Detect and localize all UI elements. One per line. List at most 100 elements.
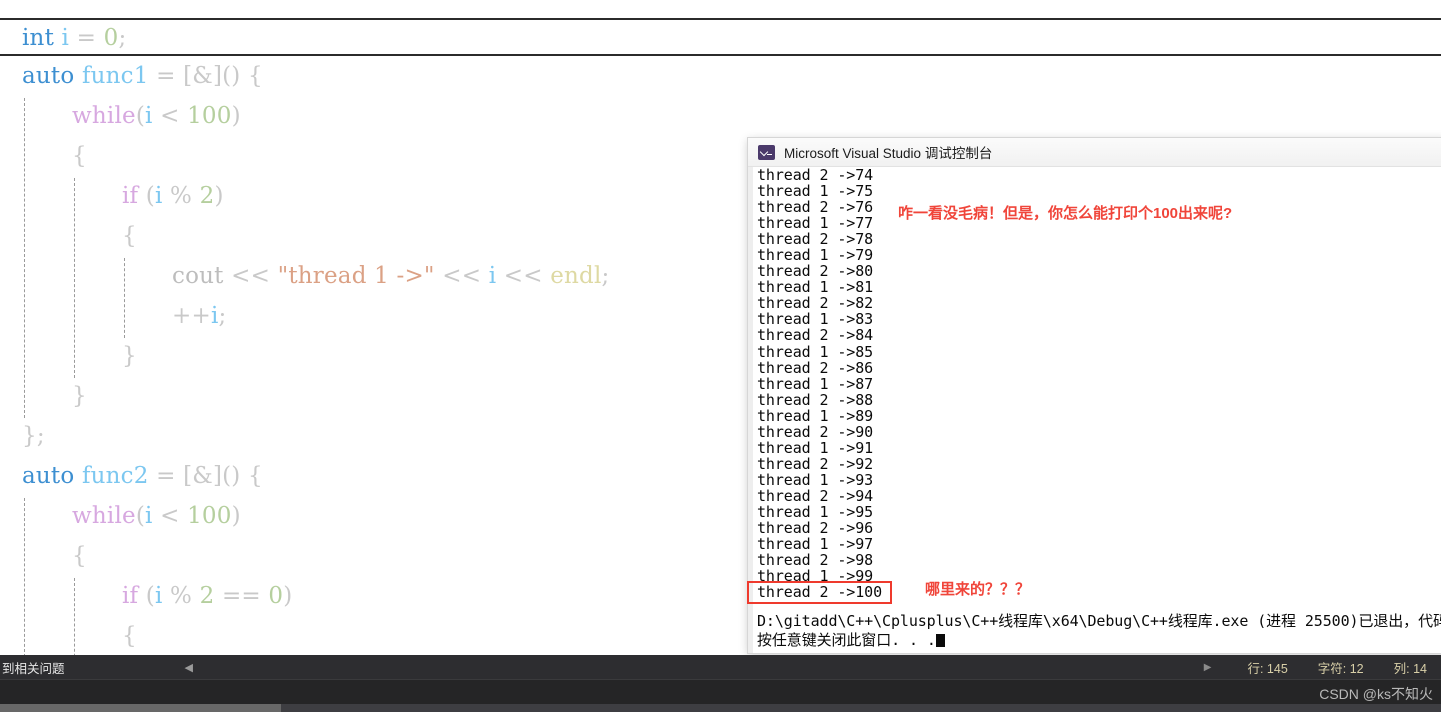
code-token: endl	[550, 263, 602, 289]
code-token: cout	[172, 263, 224, 289]
code-token: )	[214, 183, 224, 209]
code-token: (	[138, 583, 155, 609]
status-bar[interactable]: 到相关问题 ◀ ▶ 行: 145 字符: 12 列: 14	[0, 655, 1441, 679]
code-token: %	[162, 183, 200, 209]
screenshot-root: int i = 0; auto func1 = [&]() {while(i < …	[0, 0, 1441, 712]
code-token: i	[210, 303, 219, 329]
code-token: )	[231, 503, 241, 529]
code-line[interactable]: while(i < 100)	[0, 96, 1441, 136]
console-output-line: thread 1 ->87	[757, 374, 874, 393]
horizontal-scrollbar-thumb[interactable]	[0, 704, 281, 712]
console-output-line: thread 2 ->82	[757, 294, 874, 313]
code-token: ;	[118, 25, 127, 51]
code-token: func1	[81, 63, 149, 89]
code-token: if	[122, 583, 139, 609]
console-output-line: thread 2 ->84	[757, 326, 874, 345]
console-output-line: thread 2 ->94	[757, 486, 874, 505]
console-output-line: thread 2 ->98	[757, 551, 874, 570]
code-token: while	[72, 503, 136, 529]
console-cursor	[935, 634, 945, 648]
horizontal-scrollbar-track[interactable]	[0, 704, 1441, 712]
indent-guide	[74, 178, 75, 378]
indent-guide	[24, 498, 25, 655]
code-token: =	[69, 25, 104, 51]
expand-arrow-icon[interactable]: ▶	[1204, 662, 1212, 673]
csdn-watermark: CSDN @ks不知火	[1319, 686, 1433, 702]
annotation-bottom: 哪里来的？？？	[925, 581, 1031, 598]
code-token: while	[72, 103, 136, 129]
code-token: i	[145, 503, 153, 529]
indent-guide	[74, 578, 75, 655]
code-token: {	[122, 623, 137, 649]
code-token: }	[122, 343, 137, 369]
console-output-line: thread 2 ->80	[757, 262, 874, 281]
code-token: =	[148, 463, 184, 489]
code-token: i	[61, 25, 70, 51]
console-output-line: thread 2 ->92	[757, 454, 874, 473]
console-output-line: thread 2 ->86	[757, 358, 874, 377]
code-token: %	[162, 583, 200, 609]
code-token: i	[145, 103, 153, 129]
indent-guide	[24, 98, 25, 418]
console-output-line: thread 2 ->88	[757, 390, 874, 409]
console-output-line: thread 2 ->74	[757, 167, 874, 184]
status-message: 到相关问题	[2, 661, 65, 676]
code-token: if	[122, 183, 139, 209]
code-token: {	[72, 143, 87, 169]
console-output-line: thread 1 ->83	[757, 310, 874, 329]
code-token: 2	[199, 583, 215, 609]
code-token: =	[148, 63, 184, 89]
code-token: 100	[187, 503, 232, 529]
code-token: (	[138, 183, 155, 209]
annotation-top: 咋一看没毛病！但是，你怎么能打印个100出来呢?	[898, 205, 1233, 222]
code-token: auto	[22, 63, 82, 89]
code-token: auto	[22, 463, 82, 489]
code-token: [&]() {	[183, 463, 263, 489]
code-token: }	[72, 383, 87, 409]
console-output-line: thread 2 ->78	[757, 230, 874, 249]
code-token: <<	[223, 263, 278, 289]
code-line[interactable]: auto func1 = [&]() {	[0, 56, 1441, 96]
code-token: <<	[434, 263, 489, 289]
code-token: ;	[601, 263, 610, 289]
console-output-line: thread 1 ->97	[757, 535, 874, 554]
code-token: <	[152, 503, 188, 529]
code-token: 0	[268, 583, 284, 609]
code-token: <<	[496, 263, 551, 289]
caret-position-group: ▶ 行: 145 字符: 12 列: 14	[1204, 658, 1441, 677]
code-token: };	[22, 423, 45, 449]
highlight-rectangle	[747, 581, 892, 604]
console-exit-message: D:\gitadd\C++\Cplusplus\C++线程库\x64\Debug…	[757, 612, 1441, 631]
code-token: )	[231, 103, 241, 129]
console-output-line: thread 2 ->90	[757, 422, 874, 441]
code-line[interactable]: int i = 0;	[0, 18, 1441, 56]
status-char-number: 字符: 12	[1317, 661, 1364, 676]
cmd-icon	[758, 144, 775, 160]
status-col-number: 列: 14	[1393, 661, 1427, 676]
code-token: {	[122, 223, 137, 249]
console-output-line: thread 1 ->95	[757, 502, 874, 521]
code-token: i	[154, 183, 163, 209]
code-token: int	[22, 25, 62, 51]
code-token: )	[283, 583, 293, 609]
code-token: "thread 1 ->"	[277, 263, 435, 289]
console-output-lines: thread 2 ->74 thread 1 ->75 thread 2 ->76 t…	[753, 167, 1441, 600]
code-token: {	[72, 543, 87, 569]
code-token: ;	[218, 303, 227, 329]
indent-guide	[124, 258, 125, 338]
collapse-caret-icon[interactable]: ◀	[185, 661, 193, 674]
console-output-line: thread 1 ->79	[757, 246, 874, 265]
console-titlebar[interactable]: Microsoft Visual Studio 调试控制台	[748, 138, 1441, 167]
code-token: (	[135, 103, 146, 129]
status-line-number: 行: 145	[1247, 661, 1288, 676]
console-prompt-line: 按任意键关闭此窗口. . .	[753, 631, 1441, 650]
console-output-line: thread 1 ->91	[757, 438, 874, 457]
code-token: func2	[81, 463, 149, 489]
console-output-line: thread 1 ->89	[757, 406, 874, 425]
code-token: 100	[187, 103, 232, 129]
console-output-line: thread 1 ->93	[757, 470, 874, 489]
console-prompt-text: 按任意键关闭此窗口. . .	[757, 631, 936, 650]
console-title-text: Microsoft Visual Studio 调试控制台	[784, 146, 993, 161]
code-token: ++	[172, 303, 211, 329]
code-token: ==	[214, 583, 269, 609]
